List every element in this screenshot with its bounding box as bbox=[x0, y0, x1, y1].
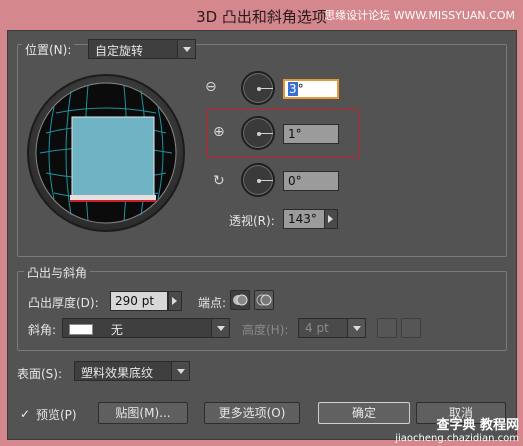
watermark-bottom: 查字典 教程网 jiaocheng.chazidian.com bbox=[395, 414, 519, 444]
bevel-swatch bbox=[69, 324, 93, 335]
extrude-depth-stepper[interactable] bbox=[168, 291, 182, 311]
rotation-track-cube[interactable] bbox=[26, 73, 186, 233]
title-bar: 3D 凸出和斜角选项 思缘设计论坛 WWW.MISSYUAN.COM bbox=[0, 0, 523, 30]
cap-off-button[interactable] bbox=[254, 290, 274, 310]
bevel-in-button[interactable] bbox=[401, 318, 421, 338]
cap-label: 端点: bbox=[198, 296, 227, 310]
surface-label: 表面(S): bbox=[17, 367, 63, 381]
height-label: 高度(H): bbox=[242, 323, 289, 337]
cap-on-icon bbox=[233, 294, 248, 306]
y-rotation-input[interactable]: 1° bbox=[283, 124, 339, 144]
chevron-down-icon bbox=[171, 362, 189, 380]
perspective-stepper[interactable] bbox=[324, 209, 338, 229]
y-rotation-knob[interactable] bbox=[241, 116, 275, 150]
z-rotation-knob[interactable] bbox=[241, 163, 275, 197]
extrude-depth-input[interactable]: 290 pt bbox=[110, 291, 168, 311]
bevel-label: 斜角: bbox=[28, 323, 57, 337]
z-rotation-icon: ↻ bbox=[213, 173, 225, 189]
cap-off-icon bbox=[256, 294, 272, 306]
x-rotation-selected-text: 3 bbox=[288, 82, 298, 96]
extrude-group-label: 凸出与斜角 bbox=[24, 264, 91, 281]
perspective-label: 透视(R): bbox=[229, 214, 275, 228]
chevron-down-icon bbox=[177, 40, 195, 58]
surface-dropdown[interactable]: 塑料效果底纹 bbox=[74, 361, 190, 381]
bevel-out-button[interactable] bbox=[377, 318, 397, 338]
more-options-button[interactable]: 更多选项(O) bbox=[204, 402, 300, 424]
cap-on-button[interactable] bbox=[230, 290, 250, 310]
z-rotation-input[interactable]: 0° bbox=[283, 171, 339, 191]
x-rotation-input[interactable]: 3° bbox=[283, 79, 339, 99]
bevel-value: 无 bbox=[110, 323, 123, 337]
position-preset-value: 自定旋转 bbox=[95, 44, 144, 58]
extrude-depth-label: 凸出厚度(D): bbox=[28, 296, 99, 310]
x-rotation-degree: ° bbox=[297, 82, 304, 96]
perspective-input[interactable]: 143° bbox=[283, 209, 325, 229]
watermark-line1: 查字典 教程网 bbox=[436, 418, 519, 433]
watermark-top: 思缘设计论坛 WWW.MISSYUAN.COM bbox=[324, 9, 515, 22]
surface-value: 塑料效果底纹 bbox=[81, 366, 154, 380]
map-art-button[interactable]: 贴图(M)... bbox=[98, 402, 188, 424]
watermark-line2: jiaocheng.chazidian.com bbox=[395, 433, 519, 444]
y-rotation-icon: ⊕ bbox=[213, 124, 225, 140]
preview-label: 预览(P) bbox=[36, 408, 77, 422]
x-rotation-icon: ⊖ bbox=[205, 79, 217, 95]
chevron-down-icon bbox=[347, 319, 365, 337]
dialog-body: 位置(N): 自定旋转 ⊖ 3° ⊕ 1° ↻ 0° 透视(R): 143° 凸… bbox=[7, 30, 517, 440]
height-value: 4 pt bbox=[305, 321, 329, 335]
preview-checkbox[interactable]: ✓ bbox=[20, 408, 32, 420]
height-dropdown[interactable]: 4 pt bbox=[298, 318, 366, 338]
position-preset-dropdown[interactable]: 自定旋转 bbox=[88, 39, 196, 59]
x-rotation-knob[interactable] bbox=[241, 71, 275, 105]
position-label: 位置(N): bbox=[22, 41, 75, 58]
chevron-down-icon bbox=[211, 319, 229, 337]
bevel-dropdown[interactable]: 无 bbox=[62, 318, 230, 338]
